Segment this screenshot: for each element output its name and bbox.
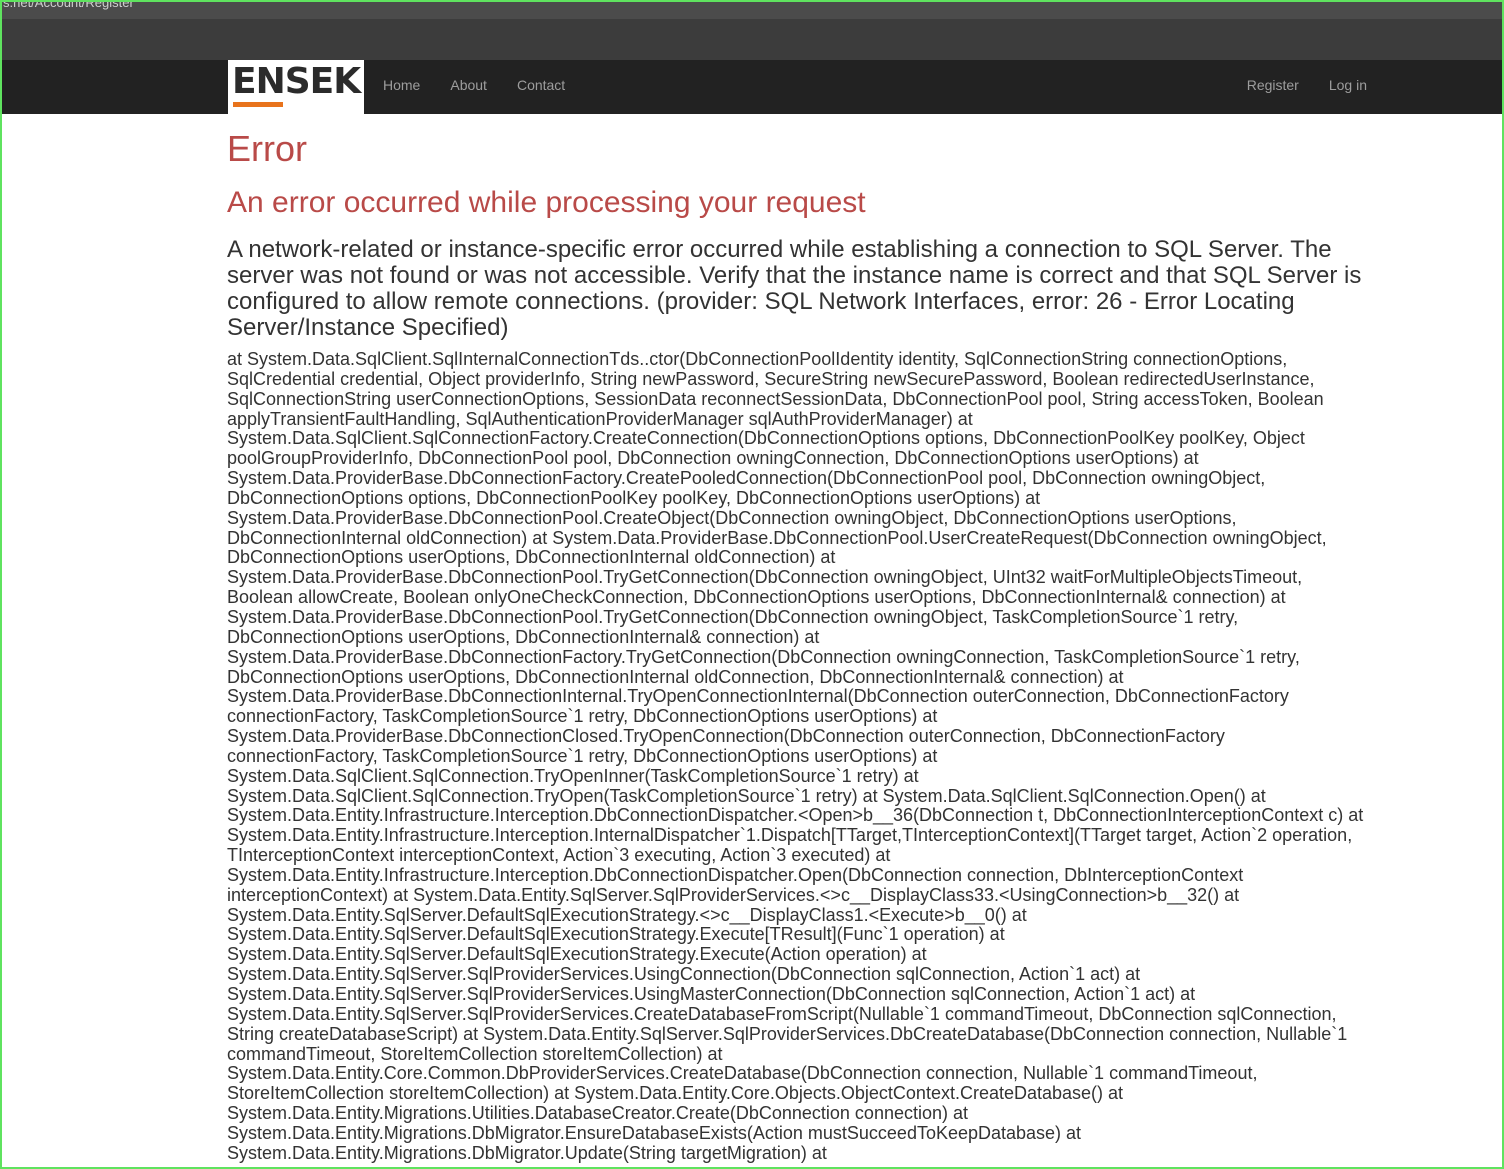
nav-main: Home About Contact: [368, 60, 580, 114]
address-bar[interactable]: s.net/Account/Register: [2, 0, 1502, 19]
browser-toolbar: [2, 19, 1502, 60]
error-title: Error: [227, 128, 307, 169]
error-message: A network-related or instance-specific e…: [227, 236, 1362, 341]
stack-trace: at System.Data.SqlClient.SqlInternalConn…: [227, 349, 1364, 1163]
error-subtitle: An error occurred while processing your …: [227, 186, 866, 219]
url-text: s.net/Account/Register: [3, 0, 134, 10]
nav-contact-link[interactable]: Contact: [502, 60, 580, 114]
site-navbar: ENSEK Home About Contact Register Log in: [2, 60, 1502, 114]
brand-logo[interactable]: ENSEK: [228, 60, 364, 114]
brand-logo-accent: [233, 102, 283, 107]
nav-register-link[interactable]: Register: [1232, 60, 1314, 114]
nav-about-link[interactable]: About: [435, 60, 502, 114]
brand-logo-text: ENSEK: [232, 61, 361, 102]
error-content: Error An error occurred while processing…: [227, 114, 1372, 1164]
nav-account: Register Log in: [1232, 60, 1382, 114]
nav-home-link[interactable]: Home: [368, 60, 435, 114]
nav-login-link[interactable]: Log in: [1314, 60, 1382, 114]
